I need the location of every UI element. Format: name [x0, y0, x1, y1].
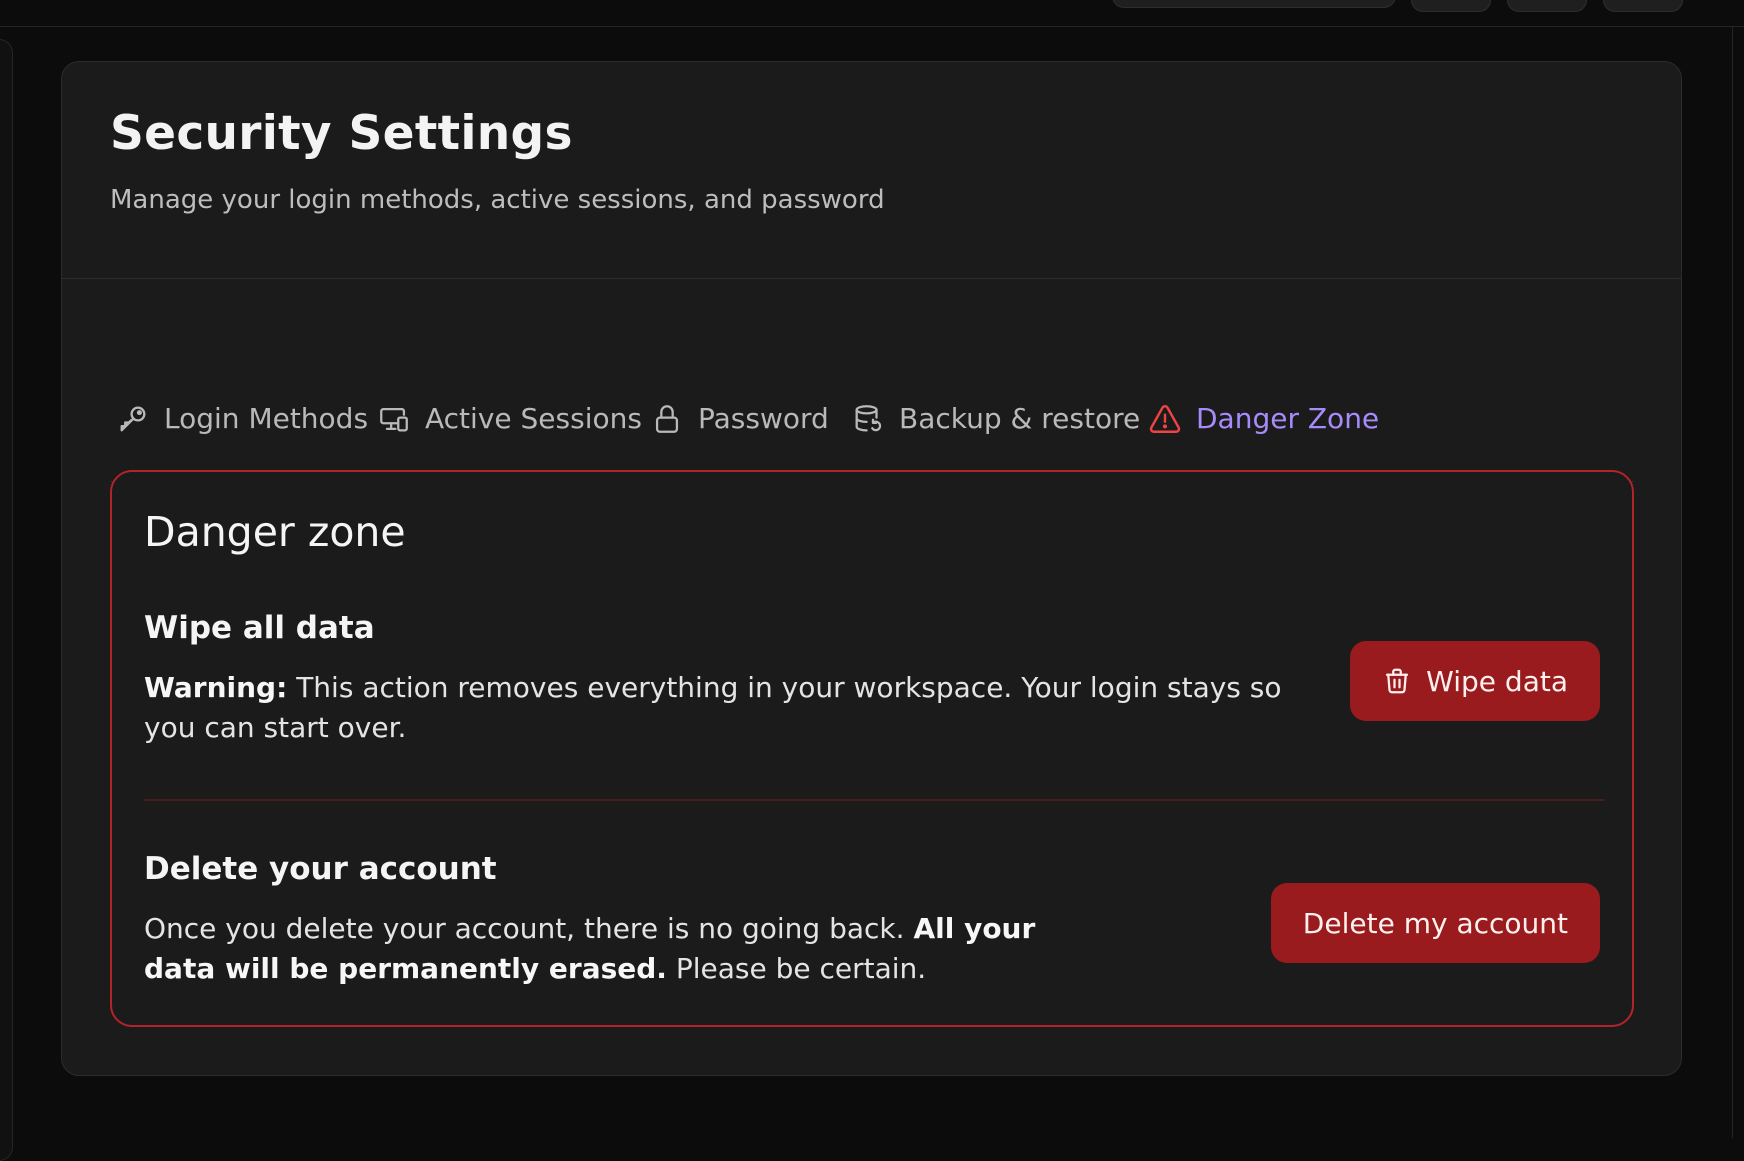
sidebar [0, 39, 13, 1161]
tab-label: Danger Zone [1196, 402, 1380, 435]
top-bar [0, 0, 1744, 27]
warning-label: Warning: [144, 671, 288, 704]
tab-login-methods[interactable]: Login Methods [116, 355, 368, 482]
toolbar-button[interactable] [1603, 0, 1683, 12]
panel-divider [1732, 26, 1733, 1138]
tab-label: Backup & restore [899, 402, 1141, 435]
wipe-data-description: Warning: This action removes everything … [144, 668, 1284, 748]
tab-danger-zone[interactable]: Danger Zone [1140, 355, 1388, 483]
section-divider [144, 799, 1604, 801]
danger-zone-panel: Danger zone Wipe all data Warning: This … [110, 470, 1634, 1027]
key-icon [116, 402, 150, 436]
card-header: Security Settings Manage your login meth… [62, 62, 1681, 279]
wipe-data-title: Wipe all data [144, 610, 375, 646]
tab-label: Password [698, 402, 829, 435]
tab-active-sessions[interactable]: Active Sessions [377, 355, 642, 482]
delete-account-title: Delete your account [144, 851, 497, 887]
tab-label: Login Methods [164, 402, 369, 435]
settings-tabs: Login Methods Active Sessions Password B… [110, 355, 1634, 483]
toolbar-button[interactable] [1411, 0, 1491, 12]
delete-account-text-end: Please be certain. [666, 952, 927, 985]
trash-icon [1382, 666, 1412, 696]
delete-account-description: Once you delete your account, there is n… [144, 909, 1104, 989]
security-settings-card: Security Settings Manage your login meth… [61, 61, 1682, 1076]
toolbar-button[interactable] [1507, 0, 1587, 12]
database-restore-icon [851, 402, 885, 436]
tab-password[interactable]: Password [650, 355, 829, 482]
wipe-data-text: This action removes everything in your w… [144, 671, 1282, 744]
page-title: Security Settings [110, 106, 573, 161]
delete-account-button[interactable]: Delete my account [1270, 883, 1600, 963]
page-subtitle: Manage your login methods, active sessio… [110, 185, 885, 215]
tab-label: Active Sessions [425, 402, 642, 435]
wipe-data-button-label: Wipe data [1426, 664, 1568, 698]
devices-icon [377, 402, 411, 436]
danger-zone-title: Danger zone [144, 508, 406, 556]
delete-account-button-label: Delete my account [1302, 906, 1568, 940]
tab-backup-restore[interactable]: Backup & restore [851, 355, 1140, 482]
delete-account-text: Once you delete your account, there is n… [144, 912, 914, 945]
search-input[interactable] [1112, 0, 1396, 8]
lock-icon [650, 402, 684, 436]
warning-triangle-icon [1148, 402, 1182, 436]
wipe-data-button[interactable]: Wipe data [1350, 641, 1600, 721]
